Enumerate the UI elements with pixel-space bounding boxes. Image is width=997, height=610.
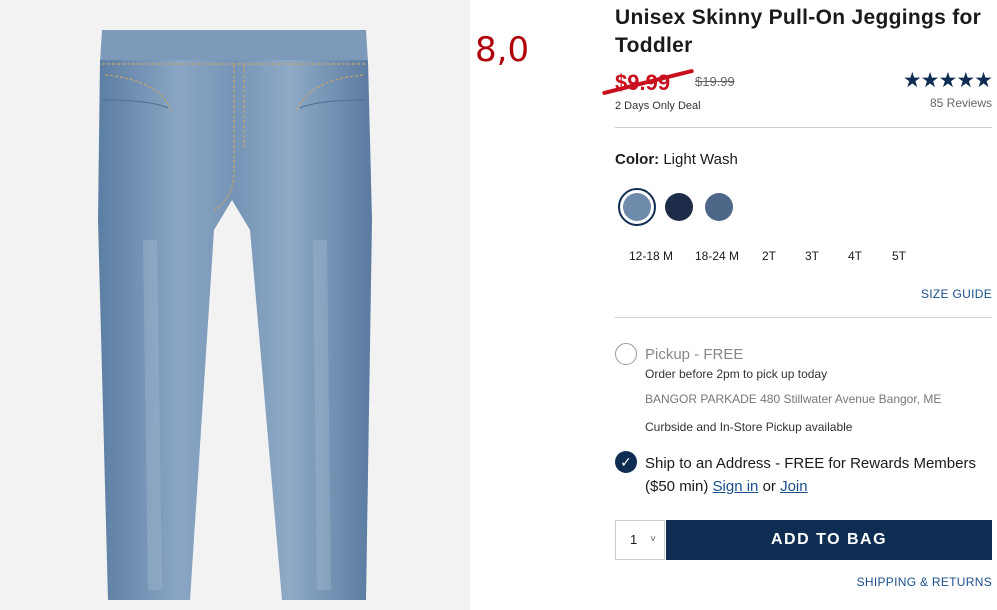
color-value: Light Wash (663, 151, 738, 168)
size-option[interactable]: 5T (892, 249, 906, 263)
sign-in-link[interactable]: Sign in (713, 478, 759, 495)
original-price: $19.99 (695, 74, 735, 89)
chevron-down-icon: ˅ (650, 534, 656, 545)
swatch-light-wash[interactable] (623, 193, 651, 221)
divider (615, 317, 992, 318)
quantity-value: 1 (630, 532, 638, 547)
size-option[interactable]: 4T (848, 249, 862, 263)
ship-to-address-label[interactable]: Ship to an Address - FREE for Rewards Me… (645, 452, 990, 498)
divider (615, 127, 992, 128)
pickup-subtext: Order before 2pm to pick up today (645, 367, 828, 381)
rating-stars-icon[interactable]: ★★★★★ (903, 68, 993, 93)
ship-label-text: Ship to an Address - FREE for Rewards Me… (645, 455, 976, 495)
color-label: Color: Light Wash (615, 151, 738, 168)
color-label-prefix: Color: (615, 151, 660, 168)
ship-or-text: or (758, 478, 781, 495)
add-to-bag-button[interactable]: ADD TO BAG (666, 520, 992, 560)
product-image[interactable] (0, 0, 470, 610)
pickup-label[interactable]: Pickup - FREE (645, 346, 743, 363)
size-option[interactable]: 12-18 M (629, 249, 673, 263)
swatch-medium-wash[interactable] (705, 193, 733, 221)
product-info-panel: Unisex Skinny Pull-On Jeggings for Toddl… (601, 0, 993, 610)
pickup-radio[interactable] (615, 343, 637, 365)
reviews-link[interactable]: 85 Reviews (930, 96, 992, 110)
store-location[interactable]: BANGOR PARKADE 480 Stillwater Avenue Ban… (645, 392, 941, 406)
shipping-returns-link[interactable]: SHIPPING & RETURNS (857, 575, 992, 589)
quantity-select[interactable]: 1 ˅ (615, 520, 665, 560)
ship-checkmark-icon[interactable]: ✓ (615, 451, 637, 473)
product-title: Unisex Skinny Pull-On Jeggings for Toddl… (615, 6, 982, 57)
jeggings-image (98, 30, 372, 600)
swatch-dark-wash[interactable] (665, 193, 693, 221)
size-guide-link[interactable]: SIZE GUIDE (921, 287, 992, 301)
curbside-text: Curbside and In-Store Pickup available (645, 420, 853, 434)
size-option[interactable]: 3T (805, 249, 819, 263)
size-option[interactable]: 18-24 M (695, 249, 739, 263)
overlay-annotation: 8,0 (475, 30, 530, 70)
price-row: $9.99 $19.99 2 Days Only Deal ★★★★★ 85 R… (601, 68, 993, 116)
join-link[interactable]: Join (780, 478, 808, 495)
deal-text: 2 Days Only Deal (615, 100, 701, 112)
size-option[interactable]: 2T (762, 249, 776, 263)
